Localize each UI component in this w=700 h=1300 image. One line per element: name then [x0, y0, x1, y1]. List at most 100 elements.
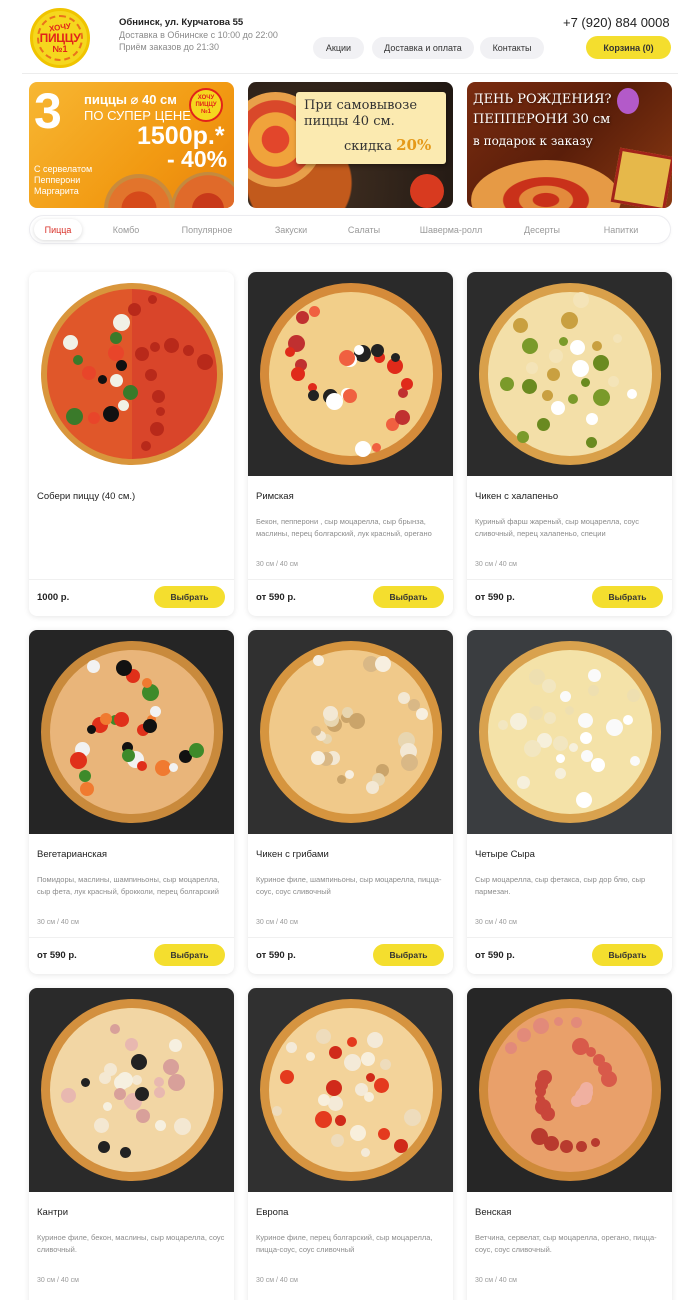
topping [316, 1028, 332, 1044]
topping [81, 1077, 91, 1087]
select-button[interactable]: Выбрать [154, 586, 225, 608]
tab-desserts[interactable]: Десерты [510, 216, 574, 243]
banner-text: в подарок к заказу [473, 134, 593, 148]
topping [512, 317, 528, 333]
topping [554, 767, 566, 779]
topping [102, 406, 119, 423]
product-photo[interactable] [29, 272, 234, 476]
product-photo[interactable] [29, 988, 234, 1192]
topping [593, 1053, 606, 1066]
topping [559, 690, 571, 702]
tab-combo[interactable]: Комбо [100, 216, 152, 243]
nav-promotions[interactable]: Акции [313, 37, 364, 59]
banner-text: ДЕНЬ РОЖДЕНИЯ? [473, 92, 612, 107]
nav-contacts[interactable]: Контакты [480, 37, 544, 59]
product-card[interactable]: Четыре Сыра Сыр моцарелла, сыр фетакса, с… [467, 630, 672, 974]
product-description: Бекон, пепперони , сыр моцарелла, сыр бр… [256, 517, 432, 538]
product-photo[interactable] [248, 272, 453, 476]
banner-text: Маргарита [34, 186, 79, 196]
topping [151, 389, 165, 403]
banner-text: ПЕППЕРОНИ 30 см [473, 112, 611, 127]
topping [334, 1114, 346, 1126]
promo-banner-birthday[interactable]: ДЕНЬ РОЖДЕНИЯ? ПЕППЕРОНИ 30 см в подарок… [467, 82, 672, 208]
product-photo[interactable] [467, 272, 672, 476]
tab-salads[interactable]: Салаты [335, 216, 393, 243]
banner-logo: ХОЧУ ПИЦЦУ №1 [189, 88, 223, 122]
phone-number[interactable]: +7 (920) 884 0008 [563, 15, 670, 30]
banner-discount: - 40% [167, 146, 228, 172]
balloon-image [617, 88, 639, 114]
product-name[interactable]: Римская [256, 491, 294, 502]
select-button[interactable]: Выбрать [154, 944, 225, 966]
topping [109, 374, 123, 387]
cart-button[interactable]: Корзина (0) [586, 36, 671, 59]
topping [572, 291, 589, 308]
topping [366, 1031, 383, 1048]
topping [585, 436, 597, 448]
topping [82, 365, 97, 380]
product-name[interactable]: Венская [475, 1207, 511, 1218]
topping [322, 706, 338, 722]
product-name[interactable]: Европа [256, 1207, 288, 1218]
product-name[interactable]: Чикен с грибами [256, 849, 329, 860]
product-name[interactable]: Четыре Сыра [475, 849, 535, 860]
product-name[interactable]: Кантри [37, 1207, 68, 1218]
product-photo[interactable] [467, 988, 672, 1192]
tab-shawarma[interactable]: Шаверма-ролл [410, 216, 492, 243]
product-description: Ветчина, сервелат, сыр моцарелла, ореган… [475, 1233, 657, 1254]
select-button[interactable]: Выбрать [592, 944, 663, 966]
banner-text: пиццы 40 см. [304, 114, 395, 129]
product-name[interactable]: Чикен с халапеньо [475, 491, 558, 502]
card-divider [467, 579, 672, 580]
select-button[interactable]: Выбрать [373, 944, 444, 966]
logo[interactable]: ХОЧУ ПИЦЦУ №1 [30, 8, 90, 68]
tab-pizza[interactable]: Пицца [34, 219, 82, 240]
product-photo[interactable] [467, 630, 672, 834]
product-card[interactable]: Вегетарианская Помидоры, маслины, шампинь… [29, 630, 234, 974]
promo-banner-pickup[interactable]: При самовывозе пиццы 40 см. скидка 20% [248, 82, 453, 208]
tab-drinks[interactable]: Напитки [590, 216, 652, 243]
tab-snacks[interactable]: Закуски [260, 216, 322, 243]
product-card[interactable]: Чикен с халапеньо Куриный фарш жареный, с… [467, 272, 672, 616]
topping [188, 743, 204, 759]
product-name[interactable]: Собери пиццу (40 см.) [37, 491, 135, 502]
card-divider [467, 937, 672, 938]
product-price: от 590 р. [256, 950, 296, 961]
product-name[interactable]: Вегетарианская [37, 849, 107, 860]
select-button[interactable]: Выбрать [592, 586, 663, 608]
nav-delivery[interactable]: Доставка и оплата [372, 37, 474, 59]
product-photo[interactable] [248, 988, 453, 1192]
topping [291, 367, 305, 381]
product-sizes: 30 см / 40 см [256, 919, 298, 926]
product-photo[interactable] [29, 630, 234, 834]
topping [337, 774, 347, 784]
product-card[interactable]: Венская Ветчина, сервелат, сыр моцарелла,… [467, 988, 672, 1300]
topping [311, 725, 322, 736]
topping [363, 1091, 374, 1102]
card-divider [29, 937, 234, 938]
topping [529, 706, 544, 720]
topping [577, 712, 593, 728]
product-sizes: 30 см / 40 см [256, 561, 298, 568]
product-card[interactable]: Римская Бекон, пепперони , сыр моцарелла,… [248, 272, 453, 616]
topping [521, 379, 537, 395]
promo-banner-3-pizzas[interactable]: 3 пиццы ⌀ 40 см ПО СУПЕР ЦЕНЕ 1500р.* - … [29, 82, 234, 208]
pizza-image [478, 999, 661, 1181]
topping [390, 353, 400, 363]
topping [555, 754, 565, 764]
select-button[interactable]: Выбрать [373, 586, 444, 608]
topping [79, 781, 94, 796]
product-photo[interactable] [248, 630, 453, 834]
topping [572, 359, 590, 377]
product-description: Куриное филе, перец болгарский, сыр моца… [256, 1233, 433, 1254]
topping [523, 739, 541, 757]
topping [142, 677, 153, 688]
topping [305, 1052, 315, 1062]
tab-popular[interactable]: Популярное [170, 216, 244, 243]
topping [69, 751, 87, 769]
product-sizes: 30 см / 40 см [37, 1277, 79, 1284]
product-card[interactable]: Чикен с грибами Куриное филе, шампиньоны,… [248, 630, 453, 974]
product-card[interactable]: Кантри Куриное филе, бекон, маслины, сыр … [29, 988, 234, 1300]
product-card[interactable]: Собери пиццу (40 см.) 1000 р. Выбрать [29, 272, 234, 616]
product-card[interactable]: Европа Куриное филе, перец болгарский, сы… [248, 988, 453, 1300]
